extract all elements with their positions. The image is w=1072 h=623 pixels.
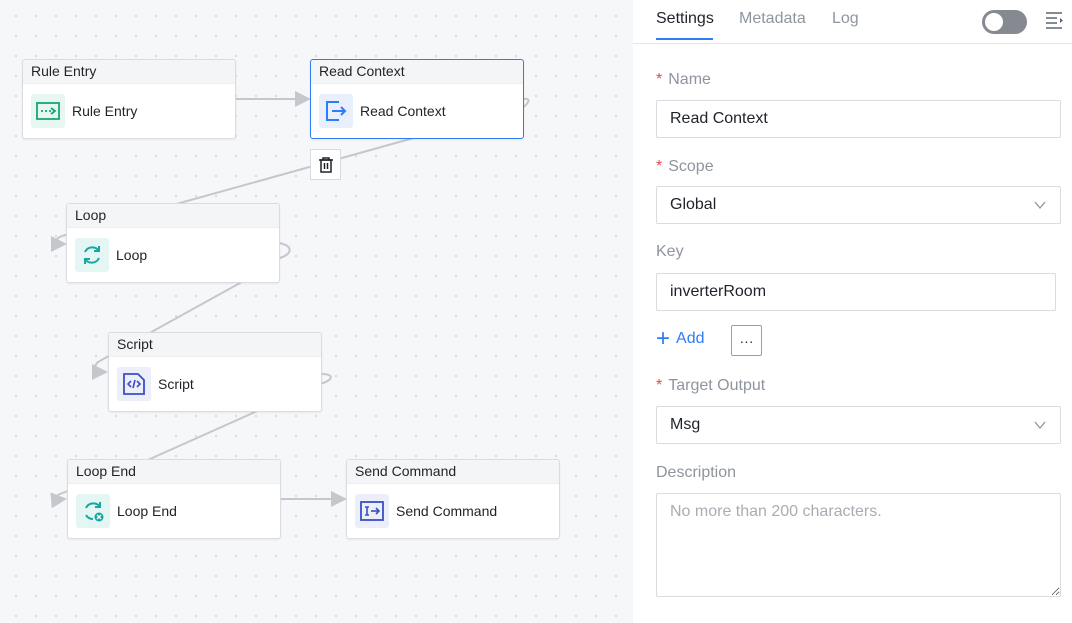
key-label-text: Key: [656, 243, 684, 260]
node-label: Loop: [116, 247, 148, 263]
node-loop[interactable]: Loop Loop: [66, 203, 280, 283]
node-label: Read Context: [360, 103, 446, 119]
required-mark: *: [656, 71, 663, 88]
required-mark: *: [656, 158, 663, 175]
description-textarea[interactable]: [656, 493, 1061, 597]
node-header: Loop End: [68, 460, 280, 484]
node-label: Loop End: [117, 503, 177, 519]
node-label: Send Command: [396, 503, 498, 519]
node-loop-end[interactable]: Loop End Loop End: [67, 459, 281, 539]
target-output-value: Msg: [670, 416, 701, 433]
code-file-icon: [117, 367, 151, 401]
node-send-command[interactable]: Send Command Send Command: [346, 459, 560, 539]
loop-end-icon: [76, 494, 110, 528]
name-label-text: Name: [668, 71, 711, 88]
key-input[interactable]: [656, 273, 1056, 311]
target-output-label-text: Target Output: [668, 377, 766, 394]
import-icon: [31, 94, 65, 128]
scope-label: * Scope: [656, 158, 714, 176]
tab-metadata[interactable]: Metadata: [739, 10, 806, 28]
panel-toggle[interactable]: [982, 10, 1027, 34]
send-command-icon: [355, 494, 389, 528]
name-label: * Name: [656, 71, 711, 89]
target-output-select[interactable]: Msg: [656, 406, 1061, 444]
required-mark: *: [656, 377, 663, 394]
chevron-down-icon: [1034, 421, 1046, 430]
toggle-knob: [985, 13, 1003, 31]
node-label: Rule Entry: [72, 103, 138, 119]
panel-tabs: Settings Metadata Log: [633, 0, 1072, 44]
node-rule-entry[interactable]: Rule Entry Rule Entry: [22, 59, 236, 139]
description-label-text: Description: [656, 464, 737, 481]
export-icon: [319, 94, 353, 128]
node-read-context[interactable]: Read Context Read Context: [310, 59, 524, 139]
node-script[interactable]: Script Script: [108, 332, 322, 412]
node-header: Script: [109, 333, 321, 357]
scope-value: Global: [670, 196, 717, 213]
flow-canvas[interactable]: Rule Entry Rule Entry Read Context Read …: [0, 0, 633, 623]
node-header: Loop: [67, 204, 279, 228]
add-key-button[interactable]: + Add: [656, 325, 705, 352]
scope-select[interactable]: Global: [656, 186, 1061, 224]
node-header: Send Command: [347, 460, 559, 484]
trash-icon: [318, 156, 333, 173]
chevron-down-icon: [1034, 201, 1046, 210]
tab-settings[interactable]: Settings: [656, 10, 714, 28]
active-tab-indicator: [656, 38, 713, 40]
node-header: Read Context: [311, 60, 523, 84]
node-header: Rule Entry: [23, 60, 235, 84]
delete-node-button[interactable]: [310, 149, 341, 180]
node-label: Script: [158, 376, 194, 392]
name-input[interactable]: [656, 100, 1061, 138]
description-label: Description: [656, 464, 736, 482]
tab-log[interactable]: Log: [832, 10, 859, 28]
more-options-button[interactable]: ···: [731, 325, 762, 356]
key-label: Key: [656, 243, 684, 261]
target-output-label: * Target Output: [656, 377, 765, 395]
collapse-menu-icon[interactable]: [1045, 11, 1065, 29]
scope-label-text: Scope: [668, 158, 714, 175]
loop-icon: [75, 238, 109, 272]
plus-icon: +: [656, 325, 671, 352]
settings-panel: Settings Metadata Log * Name * Scope Globa…: [633, 0, 1072, 623]
add-label: Add: [676, 330, 705, 347]
